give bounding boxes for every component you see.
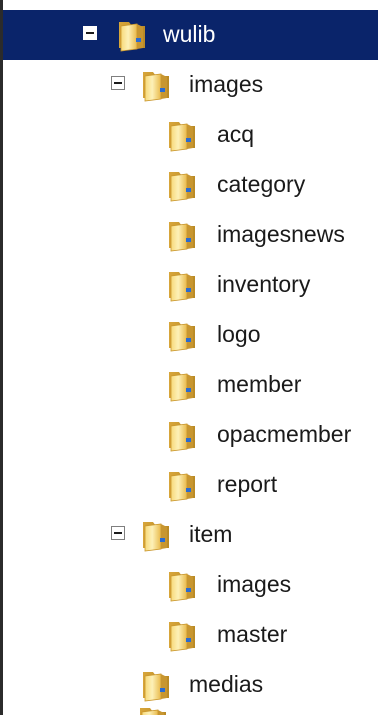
tree-node-opacmember[interactable]: opacmember bbox=[3, 410, 378, 460]
tree-node-label: category bbox=[217, 171, 306, 197]
tree-node-label: report bbox=[217, 471, 278, 497]
tree-node-report[interactable]: report bbox=[3, 460, 378, 510]
tree-node-member[interactable]: member bbox=[3, 360, 378, 410]
folder-icon bbox=[165, 568, 199, 602]
folder-icon bbox=[165, 118, 199, 152]
folder-tree: wulib images acq category imagesnews inv… bbox=[0, 0, 378, 715]
folder-icon bbox=[165, 618, 199, 652]
tree-node-item[interactable]: item bbox=[3, 510, 378, 560]
folder-icon bbox=[136, 704, 168, 715]
tree-node-label: acq bbox=[217, 121, 255, 147]
collapse-toggle-icon[interactable] bbox=[111, 76, 125, 90]
tree-node-acq[interactable]: acq bbox=[3, 110, 378, 160]
tree-node-label: item bbox=[189, 521, 233, 547]
tree-node-label: opacmember bbox=[217, 421, 352, 447]
folder-icon bbox=[165, 168, 199, 202]
tree-node-label: images bbox=[189, 71, 264, 97]
folder-icon bbox=[165, 468, 199, 502]
tree-node-item-images[interactable]: images bbox=[3, 560, 378, 610]
tree-node-label: medias bbox=[189, 671, 264, 697]
tree-node-images[interactable]: images bbox=[3, 60, 378, 110]
tree-node-label: member bbox=[217, 371, 302, 397]
folder-icon bbox=[115, 18, 149, 52]
tree-node-label: inventory bbox=[217, 271, 311, 297]
folder-icon bbox=[165, 318, 199, 352]
tree-node-label: imagesnews bbox=[217, 221, 345, 247]
tree-node-wulib[interactable]: wulib bbox=[3, 10, 378, 60]
folder-icon bbox=[139, 68, 173, 102]
tree-node-inventory[interactable]: inventory bbox=[3, 260, 378, 310]
tree-node-label: master bbox=[217, 621, 288, 647]
tree-node-category[interactable]: category bbox=[3, 160, 378, 210]
tree-node-imagesnews[interactable]: imagesnews bbox=[3, 210, 378, 260]
tree-node-label: wulib bbox=[163, 21, 216, 47]
tree-node-partial bbox=[108, 704, 168, 715]
tree-node-label: logo bbox=[217, 321, 261, 347]
folder-icon bbox=[165, 218, 199, 252]
tree-node-master[interactable]: master bbox=[3, 610, 378, 660]
collapse-toggle-icon[interactable] bbox=[83, 26, 97, 40]
tree-node-logo[interactable]: logo bbox=[3, 310, 378, 360]
folder-icon bbox=[165, 368, 199, 402]
folder-icon bbox=[165, 268, 199, 302]
folder-icon bbox=[139, 518, 173, 552]
tree-node-label: images bbox=[217, 571, 292, 597]
tree-node-medias[interactable]: medias bbox=[3, 660, 378, 710]
folder-icon bbox=[165, 418, 199, 452]
folder-icon bbox=[139, 668, 173, 702]
collapse-toggle-icon[interactable] bbox=[111, 526, 125, 540]
